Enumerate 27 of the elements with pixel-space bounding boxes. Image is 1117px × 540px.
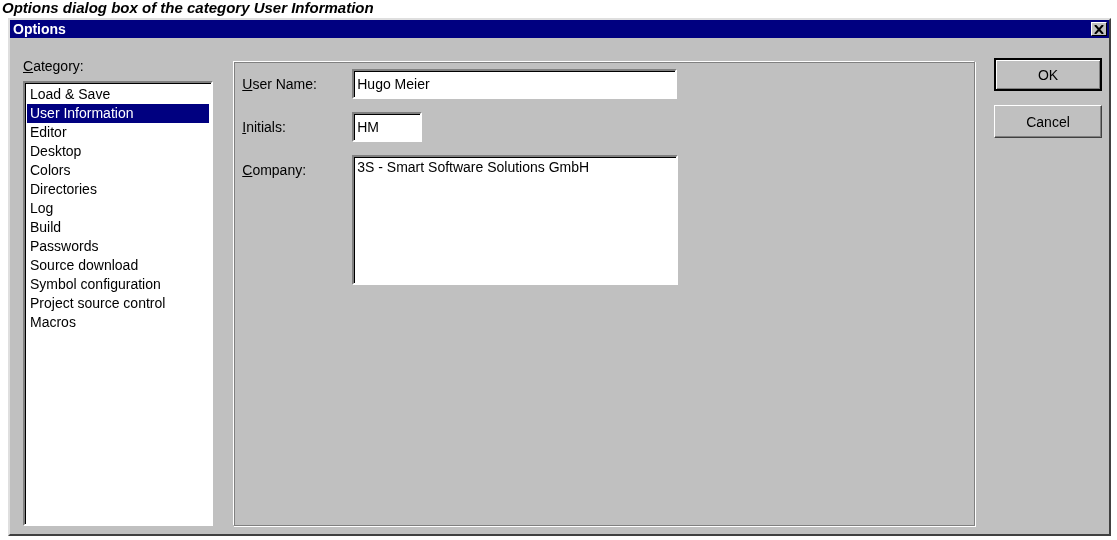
- input-field[interactable]: Hugo Meier: [352, 69, 678, 99]
- field-label: Initials:: [242, 118, 287, 135]
- category-item[interactable]: Build: [27, 218, 210, 237]
- category-item[interactable]: Directories: [27, 180, 210, 199]
- category-item[interactable]: Project source control: [27, 294, 210, 313]
- figure-caption: Options dialog box of the category User Information: [2, 0, 374, 16]
- category-item[interactable]: Macros: [27, 313, 210, 332]
- category-item[interactable]: Colors: [27, 161, 210, 180]
- window-title: Options: [13, 21, 66, 37]
- category-item[interactable]: Symbol configuration: [27, 275, 210, 294]
- category-item[interactable]: Load & Save: [27, 85, 210, 104]
- category-label: Category:: [23, 58, 84, 76]
- field-label: User Name:: [242, 75, 318, 92]
- close-button[interactable]: [1091, 22, 1107, 36]
- category-item[interactable]: Source download: [27, 256, 210, 275]
- close-icon: [1094, 24, 1104, 34]
- input-field[interactable]: HM: [352, 112, 423, 142]
- dialog-button[interactable]: OK: [994, 58, 1102, 91]
- category-item[interactable]: Log: [27, 199, 210, 218]
- category-item[interactable]: Passwords: [27, 237, 210, 256]
- category-item[interactable]: User Information: [27, 104, 210, 123]
- input-field[interactable]: 3S - Smart Software Solutions GmbH: [352, 155, 679, 285]
- field-label: Company:: [242, 161, 308, 178]
- category-item[interactable]: Desktop: [27, 142, 210, 161]
- category-list[interactable]: Load & Save User Information Editor Desktop Colors Directories Log Build Passwords Source download Symbol configuration Project source control Macros: [23, 81, 214, 526]
- category-item[interactable]: Editor: [27, 123, 210, 142]
- dialog-button[interactable]: Cancel: [994, 105, 1102, 138]
